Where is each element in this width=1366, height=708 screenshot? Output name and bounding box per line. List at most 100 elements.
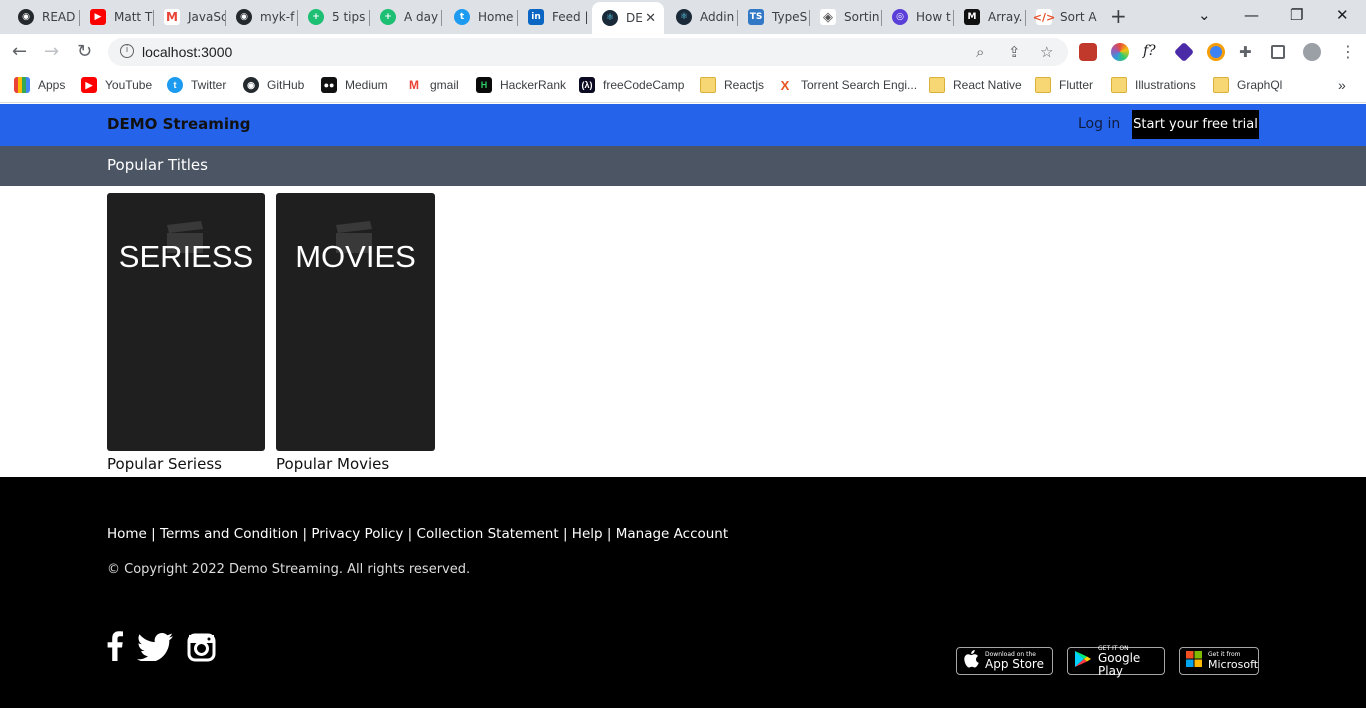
minimize-button[interactable]: — (1244, 6, 1259, 24)
bookmark-star-icon[interactable]: ☆ (1040, 43, 1053, 61)
instagram-icon[interactable] (187, 633, 216, 662)
twitter-icon: t (454, 9, 470, 25)
google-play-badge[interactable]: GET IT ON Google Play (1067, 645, 1165, 677)
bookmark-gmail[interactable]: M gmail (406, 77, 459, 93)
diamond-icon: ◈ (820, 9, 836, 25)
footer-link-privacy[interactable]: Privacy Policy (311, 526, 403, 542)
linkedin-icon: in (528, 9, 544, 25)
series-card-label[interactable]: Popular Seriess (107, 455, 222, 473)
footer-link-terms[interactable]: Terms and Condition (160, 526, 298, 542)
hackerrank-icon: H (476, 77, 492, 93)
forward-button[interactable]: → (44, 42, 59, 62)
browser-tab[interactable]: ⚛ Addin (666, 2, 738, 32)
extensions-puzzle-icon[interactable]: ✚ (1239, 43, 1257, 61)
bookmark-folder-reactjs[interactable]: Reactjs (700, 77, 764, 93)
github-icon: ◉ (243, 77, 259, 93)
fonts-extension-icon[interactable]: f? (1143, 43, 1161, 61)
brand-logo[interactable]: DEMO Streaming (107, 115, 250, 133)
typescript-icon: TS (748, 9, 764, 25)
movies-card[interactable]: MOVIES (276, 193, 435, 451)
plus-icon: + (308, 9, 324, 25)
github-icon: ◉ (18, 9, 34, 25)
bookmark-folder-flutter[interactable]: Flutter (1035, 77, 1093, 93)
footer-links: Home | Terms and Condition | Privacy Pol… (107, 526, 728, 542)
side-panel-icon[interactable] (1271, 45, 1285, 59)
bookmark-apps[interactable]: Apps (14, 77, 65, 93)
bookmark-youtube[interactable]: ▶ YouTube (81, 77, 152, 93)
browser-tab[interactable]: + A day (370, 2, 442, 32)
browser-tab[interactable]: ◈ Sortin (810, 2, 882, 32)
page-title: Popular Titles (107, 156, 208, 174)
back-button[interactable]: ← (12, 42, 27, 62)
close-window-button[interactable]: ✕ (1336, 6, 1349, 24)
bookmark-hackerrank[interactable]: H HackerRank (476, 77, 566, 93)
series-card[interactable]: SERIESS (107, 193, 265, 451)
profile-avatar[interactable] (1303, 43, 1321, 61)
footer-separator: | (407, 526, 413, 542)
browser-tab[interactable]: ▶ Matt T (80, 2, 154, 32)
share-icon[interactable]: ⇪ (1008, 43, 1021, 61)
browser-toolbar: ← → ↻ i localhost:3000 ⌕ ⇪ ☆ f? ✚ ⋮ (0, 34, 1366, 70)
extension-icon[interactable] (1079, 43, 1097, 61)
footer-link-help[interactable]: Help (572, 526, 603, 542)
torrent-icon: X (777, 77, 793, 93)
youtube-icon: ▶ (81, 77, 97, 93)
login-link[interactable]: Log in (1078, 116, 1120, 132)
browser-tab[interactable]: in Feed | (518, 2, 592, 32)
address-url[interactable]: localhost:3000 (142, 44, 232, 60)
youtube-icon: ▶ (90, 9, 106, 25)
movies-card-label[interactable]: Popular Movies (276, 455, 389, 473)
more-bookmarks-chevron-icon[interactable]: » (1338, 77, 1346, 93)
restore-button[interactable]: ❐ (1290, 6, 1303, 24)
facebook-icon[interactable] (107, 631, 123, 661)
gmail-icon: M (164, 9, 180, 25)
apple-icon (963, 650, 979, 672)
footer-separator: | (606, 526, 612, 542)
close-tab-icon[interactable]: ✕ (645, 11, 656, 26)
google-play-icon (1074, 650, 1092, 672)
footer-link-home[interactable]: Home (107, 526, 147, 542)
browser-tab[interactable]: M Array. (954, 2, 1026, 32)
site-info-icon[interactable]: i (120, 44, 134, 58)
browser-tab[interactable]: ◉ myk-f (226, 2, 298, 32)
browser-tab[interactable]: ◉ READ (8, 2, 80, 32)
code-icon: </> (1032, 9, 1056, 25)
color-picker-extension-icon[interactable] (1111, 43, 1129, 61)
extension-badge-icon[interactable] (1173, 41, 1195, 63)
footer-link-collection[interactable]: Collection Statement (417, 526, 559, 542)
page-subheader: Popular Titles (0, 146, 1366, 186)
bookmark-medium[interactable]: ●● Medium (321, 77, 388, 93)
browser-tab[interactable]: + 5 tips (298, 2, 370, 32)
reload-button[interactable]: ↻ (77, 42, 92, 62)
browser-tab[interactable]: ◎ How t (882, 2, 954, 32)
new-tab-button[interactable]: + (1110, 6, 1127, 26)
menu-kebab-icon[interactable]: ⋮ (1340, 42, 1356, 62)
tab-search-chevron-icon[interactable]: ⌄ (1198, 6, 1211, 24)
bookmark-folder-graphql[interactable]: GraphQl (1213, 77, 1282, 93)
bookmark-freecodecamp[interactable]: (λ) freeCodeCamp (579, 77, 684, 93)
browser-tab[interactable]: t Home (444, 2, 518, 32)
browser-tab[interactable]: </> Sort A (1026, 2, 1098, 32)
microsoft-icon (1186, 651, 1202, 671)
browser-tab[interactable]: TS TypeS (738, 2, 810, 32)
footer-link-manage-account[interactable]: Manage Account (616, 526, 728, 542)
microsoft-store-badge[interactable]: Get it from Microsoft (1179, 647, 1259, 675)
bookmark-github[interactable]: ◉ GitHub (243, 77, 304, 93)
bookmark-twitter[interactable]: t Twitter (167, 77, 226, 93)
bookmark-torrent-search[interactable]: X Torrent Search Engi... (777, 77, 917, 93)
free-trial-button[interactable]: Start your free trial (1132, 110, 1259, 139)
bookmark-folder-illustrations[interactable]: Illustrations (1111, 77, 1196, 93)
site-header: DEMO Streaming Log in Start your free tr… (0, 104, 1366, 146)
browser-tab[interactable]: M JavaSc (154, 2, 226, 32)
bookmark-folder-react-native[interactable]: React Native (929, 77, 1022, 93)
card-title: SERIESS (118, 239, 254, 274)
extension-icon[interactable] (1207, 43, 1225, 61)
app-store-badge[interactable]: Download on the App Store (956, 647, 1053, 675)
twitter-icon[interactable] (137, 633, 173, 661)
github-icon: ◉ (236, 9, 252, 25)
medium-icon: M (964, 9, 980, 25)
browser-tab-active[interactable]: ⚛ DE ✕ (592, 2, 664, 34)
bookmarks-bar: Apps ▶ YouTube t Twitter ◉ GitHub ●● Med… (0, 70, 1366, 103)
address-bar[interactable]: i localhost:3000 ⌕ ⇪ ☆ (108, 38, 1068, 66)
zoom-icon[interactable]: ⌕ (976, 43, 984, 61)
